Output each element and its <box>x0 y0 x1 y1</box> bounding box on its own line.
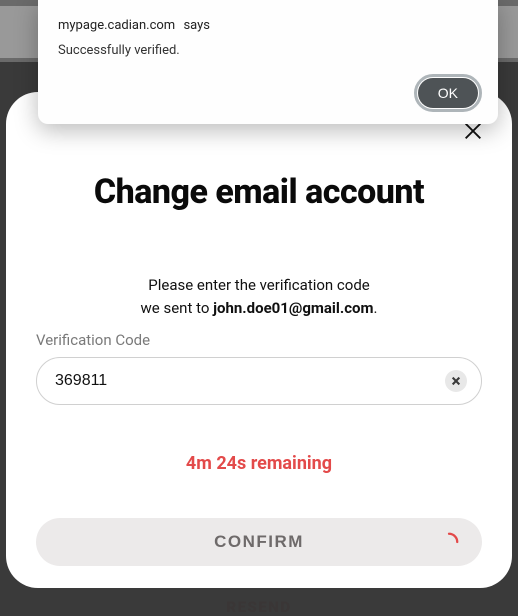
alert-header: mypage.cadian.com says <box>58 18 478 33</box>
alert-message: Successfully verified. <box>58 43 478 58</box>
alert-host: mypage.cadian.com <box>58 18 175 33</box>
clear-input-icon[interactable] <box>445 370 467 392</box>
alert-actions: OK <box>58 78 478 108</box>
modal-title: Change email account <box>36 172 482 212</box>
instruction-line1: Please enter the verification code <box>36 274 482 297</box>
confirm-button[interactable]: CONFIRM <box>36 518 482 566</box>
change-email-modal: Change email account Please enter the ve… <box>6 92 512 588</box>
loading-spinner-icon <box>438 531 460 553</box>
resend-button[interactable]: RESEND <box>36 598 482 616</box>
countdown-timer: 4m 24s remaining <box>36 453 482 474</box>
alert-ok-button[interactable]: OK <box>418 78 478 108</box>
instruction-text: Please enter the verification code we se… <box>36 274 482 321</box>
confirm-button-label: CONFIRM <box>214 532 304 551</box>
alert-says: says <box>183 18 210 33</box>
verification-code-label: Verification Code <box>36 331 482 349</box>
instruction-line2: we sent to john.doe01@gmail.com. <box>36 297 482 320</box>
target-email: john.doe01@gmail.com <box>213 299 373 317</box>
verification-code-field[interactable] <box>36 357 482 405</box>
verification-code-input[interactable] <box>55 372 433 390</box>
browser-alert-dialog: mypage.cadian.com says Successfully veri… <box>38 0 498 124</box>
